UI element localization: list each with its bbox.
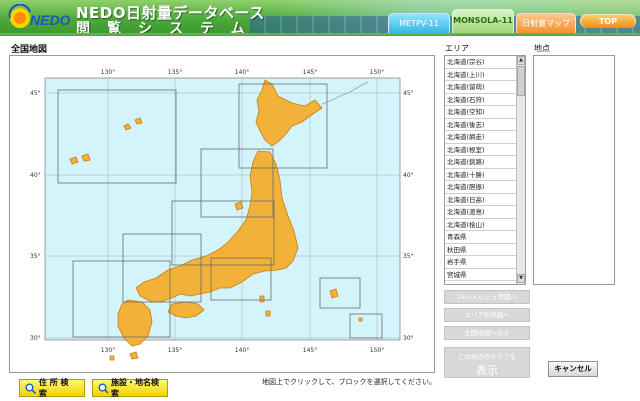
cancel-button[interactable]: キャンセル	[548, 361, 598, 377]
area-item[interactable]: 北海道(空知)	[445, 106, 517, 119]
area-item[interactable]: 北海道(根室)	[445, 144, 517, 156]
lon-label-140-top: 140°	[235, 69, 249, 76]
address-search-button[interactable]: 住 所 検 索	[19, 378, 85, 398]
mesh-map-button[interactable]: 1kmメッシュ地図へ	[444, 290, 530, 304]
point-list[interactable]	[533, 55, 615, 285]
scroll-thumb[interactable]	[517, 66, 525, 96]
point-label: 地点	[534, 44, 550, 53]
lat-label-40-left: 40°	[30, 172, 41, 179]
lon-label-145-top: 145°	[303, 69, 317, 76]
lon-label-145-bottom: 145°	[303, 347, 317, 354]
scroll-down-icon[interactable]: ▼	[517, 274, 525, 283]
tab-irradiance-map[interactable]: 日射量マップ	[516, 13, 576, 33]
show-graph-label-small: この地点のグラフを	[457, 353, 517, 361]
area-item[interactable]: 北海道(釧路)	[445, 156, 517, 169]
lat-label-35-left: 35°	[30, 253, 41, 260]
search-icon	[25, 383, 36, 394]
tab-metpv-11[interactable]: METPV-11	[388, 13, 450, 33]
facility-search-label: 施設・地名検索	[111, 378, 160, 398]
area-label: エリア	[445, 44, 469, 53]
lon-label-150-top: 150°	[370, 69, 384, 76]
header-underline	[0, 33, 640, 36]
area-map-button[interactable]: エリア別地図へ	[444, 308, 530, 322]
lat-label-35-right: 35°	[403, 253, 414, 260]
national-map-panel: 130° 135° 140° 145° 150° 130° 135° 140° …	[9, 55, 435, 373]
lon-label-150-bottom: 150°	[370, 347, 384, 354]
lon-label-130-top: 130°	[101, 69, 115, 76]
lat-label-30-right: 30°	[403, 335, 414, 342]
area-item[interactable]: 岩手県	[445, 256, 517, 269]
area-item[interactable]: 宮城県	[445, 269, 517, 281]
search-icon	[98, 383, 109, 394]
area-item[interactable]: 北海道(上川)	[445, 69, 517, 81]
japan-map[interactable]: 130° 135° 140° 145° 150° 130° 135° 140° …	[10, 56, 434, 372]
scroll-up-icon[interactable]: ▲	[517, 56, 525, 65]
area-list[interactable]: 北海道(宗谷) 北海道(上川) 北海道(留萌) 北海道(石狩) 北海道(空知) …	[444, 55, 526, 285]
lat-label-40-right: 40°	[403, 172, 414, 179]
lon-label-135-bottom: 135°	[168, 347, 182, 354]
logo-text: NEDO	[30, 12, 71, 28]
area-items: 北海道(宗谷) 北海道(上川) 北海道(留萌) 北海道(石狩) 北海道(空知) …	[445, 56, 525, 281]
map-hint-text: 地図上でクリックして、ブロックを選択してください。	[262, 378, 437, 386]
map-title: 全国地図	[11, 45, 48, 55]
area-item[interactable]: 秋田県	[445, 244, 517, 256]
area-item[interactable]: 北海道(宗谷)	[445, 56, 517, 69]
map-sea	[44, 77, 401, 341]
area-item[interactable]: 北海道(桧山)	[445, 219, 517, 231]
area-item[interactable]: 北海道(留萌)	[445, 81, 517, 94]
lon-label-140-bottom: 140°	[235, 347, 249, 354]
lon-label-130-bottom: 130°	[101, 347, 115, 354]
tab-monsola-11[interactable]: MONSOLA-11	[452, 9, 514, 33]
area-item[interactable]: 北海道(胆振)	[445, 181, 517, 194]
area-item[interactable]: 青森県	[445, 231, 517, 244]
facility-search-button[interactable]: 施設・地名検索	[92, 378, 168, 398]
show-graph-button[interactable]: この地点のグラフを 表示	[444, 347, 530, 378]
show-graph-label-big: 表示	[476, 364, 498, 377]
area-item[interactable]: 北海道(後志)	[445, 119, 517, 131]
back-to-national-map-button[interactable]: 全国地図へ戻る	[444, 326, 530, 340]
tab-top[interactable]: TOP	[580, 14, 636, 28]
area-item[interactable]: 北海道(十勝)	[445, 169, 517, 181]
area-item[interactable]: 北海道(網走)	[445, 131, 517, 144]
lat-label-45-left: 45°	[30, 90, 41, 97]
area-item[interactable]: 北海道(石狩)	[445, 94, 517, 106]
area-item[interactable]: 北海道(渡島)	[445, 206, 517, 219]
area-item[interactable]: 北海道(日高)	[445, 194, 517, 206]
address-search-label: 住 所 検 索	[38, 378, 69, 398]
area-list-scrollbar[interactable]: ▲ ▼	[516, 56, 525, 284]
lat-label-45-right: 45°	[403, 90, 414, 97]
lon-label-135-top: 135°	[168, 69, 182, 76]
app-header: NEDO NEDO日射量データベース 閲覧システム METPV-11 MONSO…	[0, 0, 640, 36]
lat-label-30-left: 30°	[30, 335, 41, 342]
nedo-logo[interactable]: NEDO	[8, 3, 71, 32]
